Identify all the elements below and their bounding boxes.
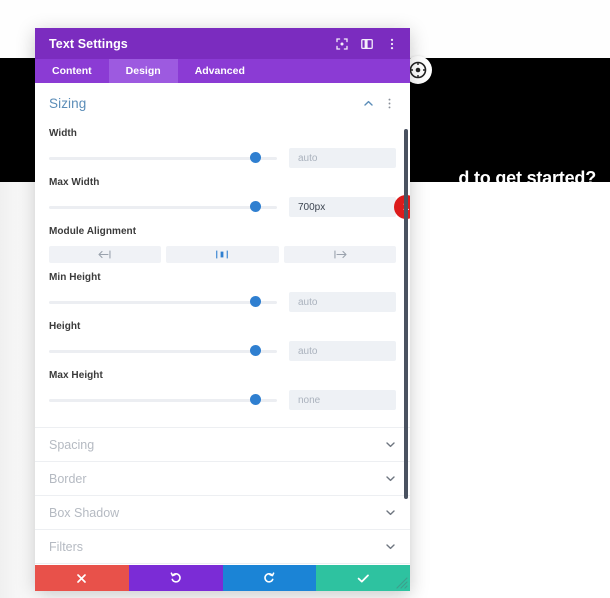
align-left-icon[interactable]: [49, 246, 162, 263]
field-max-height: Max Height none: [49, 361, 396, 410]
modal-body: Sizing Width auto Max Width 700px Module…: [35, 83, 410, 565]
slider-track: [49, 206, 277, 209]
section-spacing[interactable]: Spacing: [35, 427, 410, 461]
field-label: Max Height: [49, 370, 103, 381]
field-label: Height: [49, 321, 81, 332]
expand-icon[interactable]: [335, 37, 349, 51]
width-input-value: auto: [298, 152, 318, 164]
height-input[interactable]: auto: [289, 341, 396, 361]
page-left-shade: [0, 182, 40, 598]
field-height: Height auto: [49, 312, 396, 361]
slider-knob[interactable]: [249, 201, 261, 212]
max-height-input-value: none: [298, 394, 321, 406]
slider-track: [49, 157, 277, 160]
section-box-shadow[interactable]: Box Shadow: [35, 495, 410, 529]
close-icon: [76, 573, 87, 584]
resize-handle-icon[interactable]: [394, 575, 408, 589]
max-height-slider[interactable]: [49, 393, 277, 407]
section-label: Box Shadow: [49, 505, 120, 520]
width-input[interactable]: auto: [289, 148, 396, 168]
section-title: Sizing: [49, 95, 87, 111]
chevron-down-icon[interactable]: [384, 507, 396, 519]
section-filters[interactable]: Filters: [35, 529, 410, 563]
modal-footer: [35, 565, 410, 591]
sizing-section: Sizing Width auto Max Width 700px Module…: [35, 87, 410, 410]
cancel-button[interactable]: [35, 565, 129, 591]
align-right-icon[interactable]: [283, 246, 396, 263]
slider-track: [49, 399, 277, 402]
sizing-section-header[interactable]: Sizing: [49, 87, 396, 119]
field-label: Width: [49, 128, 77, 139]
field-label: Max Width: [49, 177, 100, 188]
undo-button[interactable]: [128, 565, 223, 591]
field-width: Width auto: [49, 119, 396, 168]
min-height-input-value: auto: [298, 296, 318, 308]
max-height-input[interactable]: none: [289, 390, 396, 410]
redo-button[interactable]: [222, 565, 317, 591]
section-more-options-icon[interactable]: [383, 97, 396, 110]
align-center-icon[interactable]: [166, 246, 279, 263]
section-label: Border: [49, 471, 87, 486]
slider-knob[interactable]: [249, 345, 261, 356]
collapsed-sections: Spacing Border Box Shadow Filters: [35, 427, 410, 565]
width-slider[interactable]: [49, 151, 277, 165]
min-height-input[interactable]: auto: [289, 292, 396, 312]
chevron-down-icon[interactable]: [384, 439, 396, 451]
tab-content[interactable]: Content: [35, 59, 109, 83]
slider-knob[interactable]: [249, 152, 261, 163]
section-transform[interactable]: Transform: [35, 563, 410, 565]
field-label: Min Height: [49, 272, 101, 283]
section-label: Filters: [49, 539, 84, 554]
section-label: Spacing: [49, 437, 95, 452]
check-icon: [357, 573, 370, 584]
max-width-slider[interactable]: [49, 200, 277, 214]
modal-header-actions: [335, 37, 399, 51]
more-options-icon[interactable]: [385, 37, 399, 51]
slider-knob[interactable]: [249, 394, 261, 405]
field-module-alignment: Module Alignment: [49, 217, 396, 263]
tab-advanced[interactable]: Advanced: [178, 59, 262, 83]
field-max-width: Max Width 700px 1: [49, 168, 410, 219]
max-width-input[interactable]: 700px 1: [289, 195, 410, 219]
text-settings-modal: Text Settings Content Design Advanced Si…: [35, 28, 410, 591]
panel-scrollbar[interactable]: [404, 129, 408, 499]
slider-track: [49, 350, 277, 353]
slider-knob[interactable]: [249, 296, 261, 307]
tab-design[interactable]: Design: [108, 59, 178, 83]
min-height-slider[interactable]: [49, 295, 277, 309]
chevron-down-icon[interactable]: [384, 541, 396, 553]
height-input-value: auto: [298, 345, 318, 357]
redo-icon: [263, 572, 275, 584]
screen: d to get started? Text Settings Content …: [0, 0, 610, 598]
max-width-input-value: 700px: [298, 201, 326, 213]
modal-header: Text Settings: [35, 28, 410, 59]
height-slider[interactable]: [49, 344, 277, 358]
layout-toggle-icon[interactable]: [360, 37, 374, 51]
alignment-options: [49, 246, 396, 263]
modal-title: Text Settings: [49, 36, 128, 51]
undo-icon: [170, 572, 182, 584]
chevron-up-icon[interactable]: [362, 97, 375, 110]
chevron-down-icon[interactable]: [384, 473, 396, 485]
section-border[interactable]: Border: [35, 461, 410, 495]
field-min-height: Min Height auto: [49, 263, 396, 312]
modal-tabs: Content Design Advanced: [35, 59, 410, 83]
slider-track: [49, 301, 277, 304]
field-label: Module Alignment: [49, 226, 137, 237]
